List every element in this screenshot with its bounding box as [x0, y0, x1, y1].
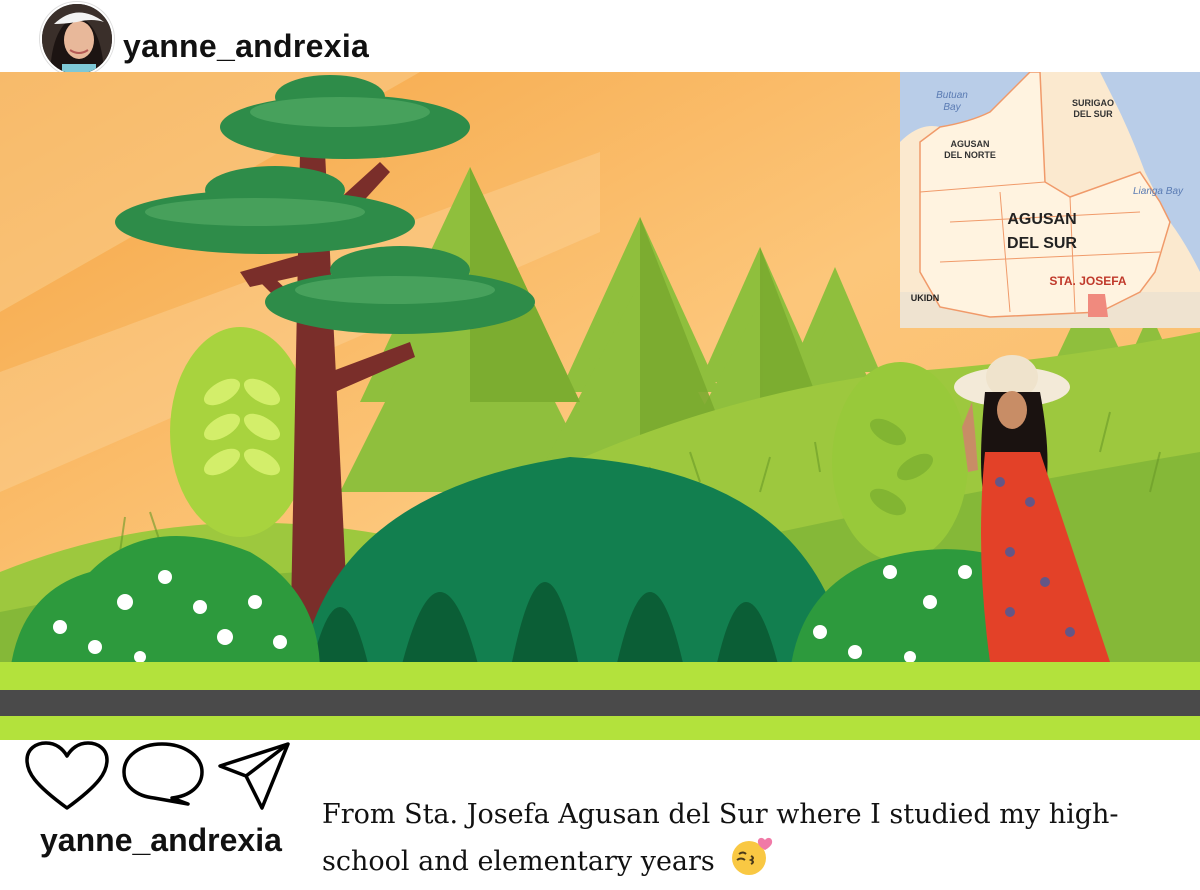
post-header: yanne_andrexia — [0, 0, 1200, 76]
round-tree-left — [170, 327, 310, 537]
kissing-face-with-heart-emoji — [729, 836, 775, 889]
post-caption: From Sta. Josefa Agusan del Sur where I … — [322, 794, 1192, 889]
heart-icon[interactable] — [24, 740, 110, 817]
svg-text:AGUSAN: AGUSAN — [950, 139, 989, 149]
caption-username[interactable]: yanne_andrexia — [40, 822, 282, 859]
svg-text:Lianga Bay: Lianga Bay — [1133, 186, 1184, 197]
svg-text:STA. JOSEFA: STA. JOSEFA — [1049, 274, 1126, 288]
avatar-photo — [42, 4, 112, 74]
sta-josefa-highlight — [1088, 294, 1108, 317]
post-username[interactable]: yanne_andrexia — [123, 28, 369, 65]
road — [0, 690, 1200, 716]
paper-plane-icon[interactable] — [216, 740, 292, 817]
svg-text:SURIGAO: SURIGAO — [1072, 98, 1114, 108]
avatar[interactable] — [40, 2, 114, 76]
comment-bubble-icon[interactable] — [120, 740, 206, 811]
location-map: Butuan Bay AGUSAN DEL NORTE SURIGAO DEL … — [900, 72, 1200, 328]
svg-text:DEL SUR: DEL SUR — [1073, 109, 1113, 119]
caption-text-line-1: From Sta. Josefa Agusan del Sur where I … — [322, 799, 1119, 830]
svg-text:DEL SUR: DEL SUR — [1007, 235, 1077, 252]
caption-text-line-2: school and elementary years — [322, 846, 715, 877]
svg-text:UKIDN: UKIDN — [911, 293, 940, 303]
svg-text:AGUSAN: AGUSAN — [1007, 211, 1076, 228]
svg-text:Bay: Bay — [943, 102, 961, 113]
svg-text:Butuan: Butuan — [936, 90, 968, 101]
svg-text:DEL NORTE: DEL NORTE — [944, 150, 996, 160]
